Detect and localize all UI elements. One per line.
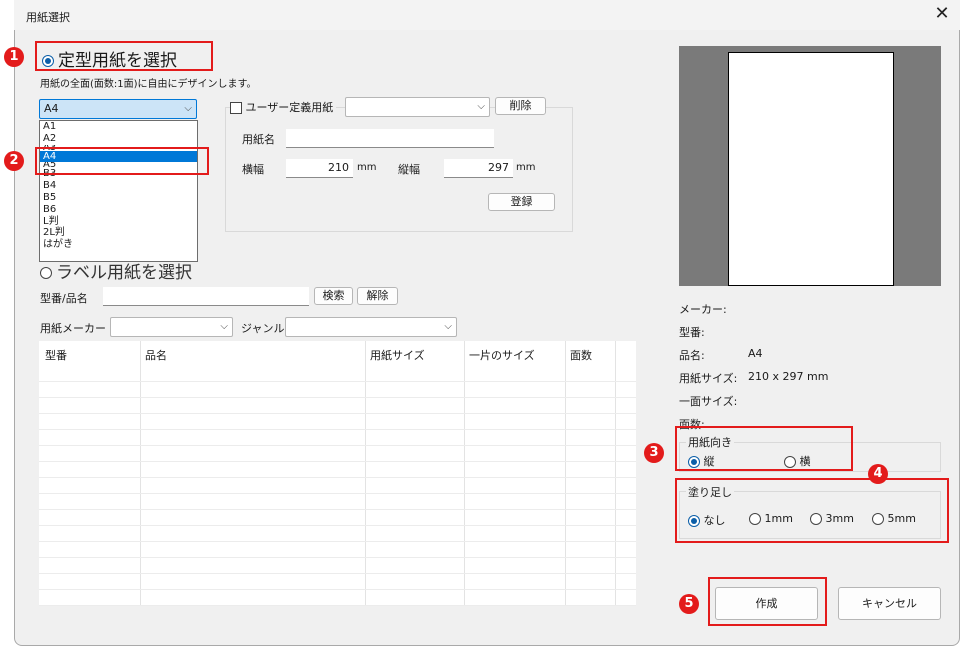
table-row	[39, 589, 636, 590]
paper-preview	[679, 46, 941, 286]
maker-select[interactable]: ⌵	[110, 317, 233, 337]
name-info-value: A4	[748, 347, 763, 360]
annotation-badge-2: 2	[4, 151, 24, 171]
cancel-button[interactable]: キャンセル	[838, 587, 941, 620]
annotation-badge-5: 5	[679, 594, 699, 614]
chevron-down-icon: ⌵	[184, 103, 192, 114]
annotation-badge-4: 4	[868, 464, 888, 484]
width-label: 横幅	[242, 163, 264, 176]
delete-button[interactable]: 削除	[495, 97, 546, 115]
table-row	[39, 493, 636, 494]
column-header[interactable]: 型番	[45, 347, 67, 363]
annotation-box-2	[35, 147, 209, 175]
table-row	[39, 557, 636, 558]
model-name-input[interactable]	[103, 287, 309, 306]
column-header[interactable]: 品名	[145, 347, 167, 363]
model-info-label: 型番:	[679, 326, 705, 339]
column-header[interactable]: 用紙サイズ	[370, 347, 425, 363]
table-row	[39, 541, 636, 542]
close-icon[interactable]: ✕	[930, 4, 954, 26]
table-row	[39, 525, 636, 526]
paper-size-list[interactable]: A1 A2 A3 A4 A5 B3 B4 B5 B6 L判 2L判 はがき	[39, 120, 198, 262]
standard-description: 用紙の全面(面数:1面)に自由にデザインします。	[40, 79, 257, 90]
height-unit: mm	[516, 162, 536, 173]
height-input[interactable]: 297	[444, 159, 513, 178]
model-name-label: 型番/品名	[40, 292, 88, 305]
radio-unchecked-icon	[40, 267, 52, 279]
table-row	[39, 413, 636, 414]
search-button[interactable]: 検索	[314, 287, 353, 305]
table-row	[39, 477, 636, 478]
list-item[interactable]: B5	[40, 192, 197, 204]
width-unit: mm	[357, 162, 377, 173]
chevron-down-icon: ⌵	[444, 321, 452, 332]
name-info-label: 品名:	[679, 349, 705, 362]
label-paper-label: ラベル用紙を選択	[56, 263, 192, 283]
maker-info-label: メーカー:	[679, 303, 727, 316]
column-header[interactable]: 一片のサイズ	[469, 347, 535, 363]
table-row	[39, 605, 636, 606]
table-row	[39, 397, 636, 398]
table-row	[39, 429, 636, 430]
piece-info-label: 一面サイズ:	[679, 395, 738, 408]
genre-select[interactable]: ⌵	[285, 317, 457, 337]
user-defined-checkbox[interactable]: ユーザー定義用紙	[230, 99, 337, 115]
width-input[interactable]: 210	[286, 159, 353, 178]
register-button[interactable]: 登録	[488, 193, 555, 211]
list-item[interactable]: A2	[40, 133, 197, 145]
list-item[interactable]: L判	[40, 216, 197, 228]
list-item[interactable]: A1	[40, 121, 197, 133]
table-row	[39, 445, 636, 446]
list-item[interactable]: はがき	[40, 239, 197, 251]
paper-size-select[interactable]: A4 ⌵	[39, 99, 197, 119]
list-item[interactable]: B4	[40, 180, 197, 192]
genre-label: ジャンル	[241, 322, 285, 335]
paper-preview-sheet	[728, 52, 894, 286]
paper-name-input[interactable]	[286, 129, 494, 148]
window-title: 用紙選択	[26, 11, 70, 24]
table-header: 型番 品名 用紙サイズ 一片のサイズ 面数	[39, 341, 636, 365]
annotation-badge-3: 3	[644, 443, 664, 463]
list-item[interactable]: 2L判	[40, 227, 197, 239]
title-bar: 用紙選択 ✕	[14, 0, 960, 30]
paper-size-value: A4	[44, 102, 59, 115]
maker-label: 用紙メーカー	[40, 322, 106, 335]
table-row	[39, 573, 636, 574]
checkbox-icon	[230, 102, 242, 114]
user-defined-label: ユーザー定義用紙	[245, 101, 334, 114]
table-row	[39, 381, 636, 382]
size-info-value: 210 x 297 mm	[748, 370, 829, 383]
annotation-box-5	[708, 577, 827, 626]
chevron-down-icon: ⌵	[220, 321, 228, 332]
annotation-badge-1: 1	[4, 47, 24, 67]
column-header[interactable]: 面数	[570, 347, 592, 363]
list-item[interactable]: B6	[40, 204, 197, 216]
paper-name-label: 用紙名	[242, 133, 275, 146]
height-label: 縦幅	[398, 163, 420, 176]
annotation-box-1	[35, 41, 213, 71]
annotation-box-3	[675, 426, 853, 471]
label-paper-table[interactable]: 型番 品名 用紙サイズ 一片のサイズ 面数	[39, 341, 636, 606]
clear-button[interactable]: 解除	[357, 287, 398, 305]
table-row	[39, 509, 636, 510]
annotation-box-4	[675, 478, 949, 543]
chevron-down-icon: ⌵	[477, 101, 485, 112]
table-row	[39, 461, 636, 462]
user-paper-select[interactable]: ⌵	[345, 97, 490, 117]
size-info-label: 用紙サイズ:	[679, 372, 738, 385]
